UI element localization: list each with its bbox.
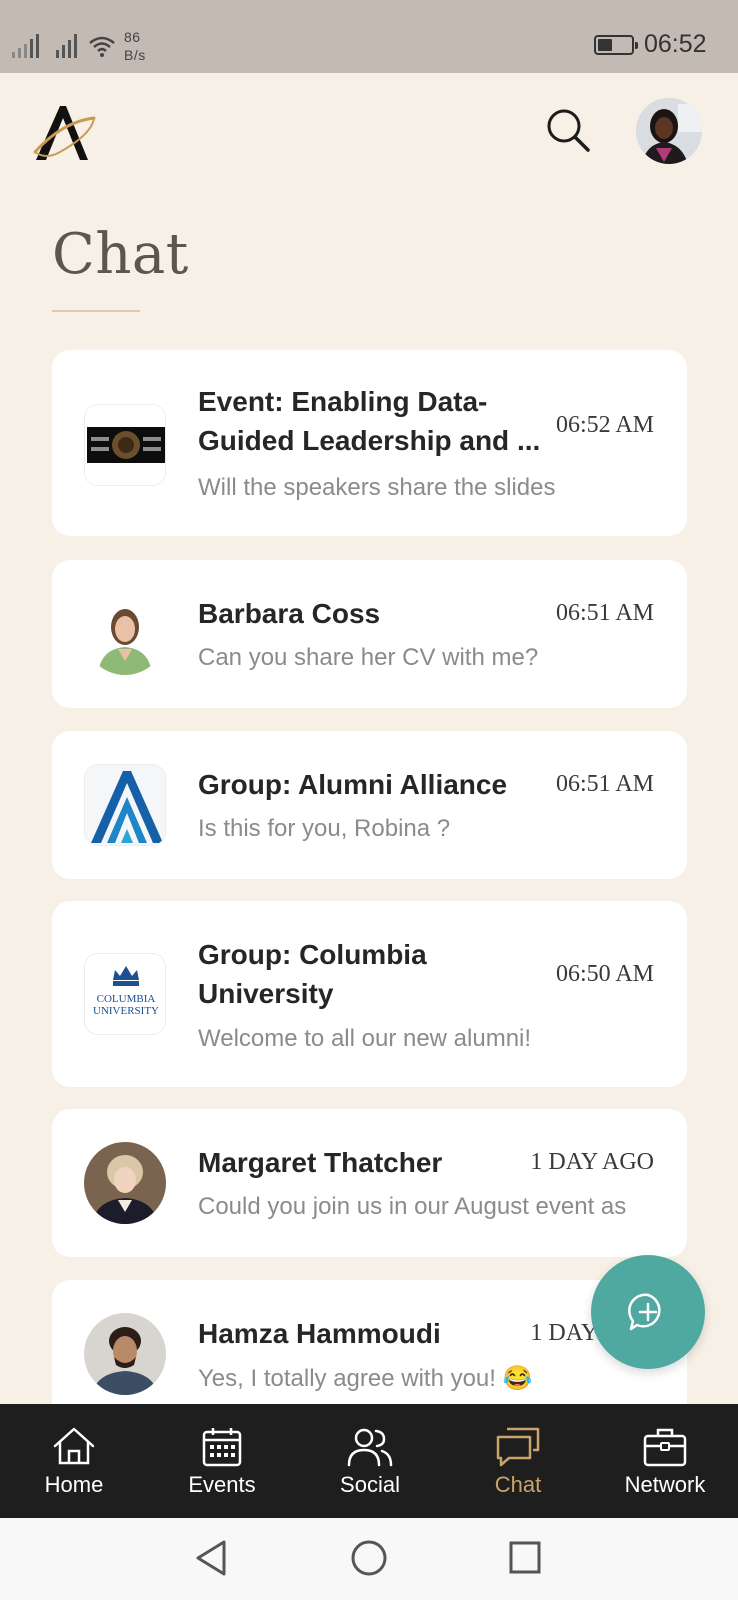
event-banner-image: [85, 405, 165, 485]
new-chat-button[interactable]: [591, 1255, 705, 1369]
nav-network-label: Network: [624, 1472, 706, 1497]
person-avatar: [84, 593, 166, 675]
nav-home-label: Home: [44, 1472, 104, 1497]
recents-icon[interactable]: [508, 1538, 542, 1578]
chat-preview: Can you share her CV with me?: [198, 644, 539, 671]
home-icon: [53, 1427, 95, 1465]
alumni-alliance-logo: [84, 764, 166, 846]
nav-home[interactable]: Home: [0, 1404, 148, 1518]
chat-name-line1: Event: Enabling Data-: [198, 386, 488, 417]
chat-item[interactable]: Margaret Thatcher 1 DAY AGO Could you jo…: [52, 1109, 687, 1257]
chat-name: Event: Enabling Data- Guided Leadership …: [198, 382, 544, 460]
nav-chat[interactable]: Chat: [444, 1404, 592, 1518]
chat-preview: Will the speakers share the slides: [198, 474, 556, 501]
title-underline: [52, 310, 140, 312]
columbia-crown-icon: COLUMBIA UNIVERSITY: [85, 954, 165, 1034]
user-avatar[interactable]: [636, 98, 702, 164]
avatar: [84, 1313, 166, 1395]
briefcase-icon: [643, 1428, 687, 1467]
chat-preview: Is this for you, Robina ?: [198, 815, 451, 842]
chat-icon: [496, 1427, 540, 1467]
wifi-icon: [89, 36, 115, 57]
nav-social-label: Social: [340, 1472, 400, 1497]
network-speed-value: 86: [124, 29, 141, 45]
chat-preview: Welcome to all our new alumni!: [198, 1025, 532, 1052]
chat-item[interactable]: COLUMBIA UNIVERSITY Group: Columbia Univ…: [52, 901, 687, 1087]
chat-name-line2: Guided Leadership and ...: [198, 425, 541, 456]
chat-time: 06:51 AM: [555, 600, 654, 626]
person-avatar: [84, 1142, 166, 1224]
page-title: Chat: [52, 222, 189, 287]
chat-name-line1: Group: Columbia: [198, 939, 427, 970]
chat-name: Barbara Coss: [198, 598, 381, 629]
chat-name: Margaret Thatcher: [198, 1147, 443, 1178]
chat-time: 06:51 AM: [555, 771, 654, 797]
chat-name: Group: Alumni Alliance: [198, 769, 508, 800]
network-speed-unit: B/s: [124, 47, 146, 63]
people-icon: [347, 1428, 393, 1467]
columbia-text-1: COLUMBIA: [97, 993, 156, 1005]
home-circle-icon[interactable]: [350, 1538, 388, 1578]
status-time: 06:52: [644, 30, 707, 58]
alumni-logo[interactable]: [32, 100, 98, 164]
chat-item[interactable]: Group: Alumni Alliance 06:51 AM Is this …: [52, 731, 687, 879]
nav-events-label: Events: [188, 1472, 256, 1497]
nav-network[interactable]: Network: [592, 1404, 738, 1518]
signal-icon: [12, 34, 39, 58]
avatar: [84, 1142, 166, 1224]
chat-time: 1 DAY AGO: [530, 1149, 654, 1175]
chat-time: 06:52 AM: [555, 412, 654, 438]
search-icon[interactable]: [544, 106, 592, 154]
chat-name-line2: University: [198, 978, 334, 1009]
nav-chat-label: Chat: [494, 1472, 542, 1497]
chat-name: Group: Columbia University: [198, 935, 544, 1013]
chat-time: 06:50 AM: [555, 961, 654, 987]
back-icon[interactable]: [194, 1538, 228, 1578]
battery-icon: [594, 35, 638, 55]
chat-name: Hamza Hammoudi: [198, 1318, 441, 1349]
event-thumbnail: [84, 404, 166, 486]
nav-events[interactable]: Events: [148, 1404, 296, 1518]
alumni-alliance-icon: [85, 765, 165, 845]
chat-item[interactable]: Event: Enabling Data- Guided Leadership …: [52, 350, 687, 536]
avatar: [84, 593, 166, 675]
nav-social[interactable]: Social: [296, 1404, 444, 1518]
person-avatar: [84, 1313, 166, 1395]
calendar-icon: [202, 1428, 242, 1467]
user-avatar-image: [636, 98, 702, 164]
system-nav-bar: [0, 1518, 738, 1600]
columbia-logo: COLUMBIA UNIVERSITY: [84, 953, 166, 1035]
chat-preview: Yes, I totally agree with you! 😂: [198, 1365, 533, 1392]
status-bar: 86 B/s 06:52: [0, 0, 738, 73]
new-chat-icon: [628, 1293, 661, 1331]
network-speed: 86 B/s: [124, 28, 146, 64]
signal-r-icon: [56, 34, 77, 58]
bottom-nav: Home Events Social Chat Network: [0, 1404, 738, 1518]
columbia-text-2: UNIVERSITY: [93, 1005, 159, 1017]
chat-item[interactable]: Barbara Coss 06:51 AM Can you share her …: [52, 560, 687, 708]
chat-preview: Could you join us in our August event as: [198, 1193, 627, 1220]
